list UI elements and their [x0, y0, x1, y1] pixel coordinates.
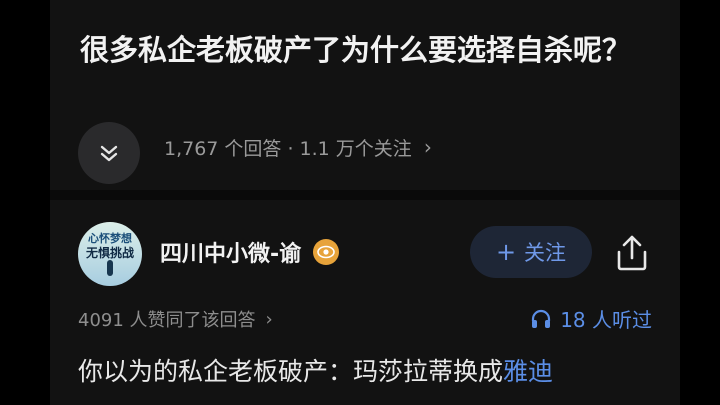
- share-icon[interactable]: [614, 234, 650, 272]
- answer-screen: 很多私企老板破产了为什么要选择自杀呢？ 1,767 个回答 · 1.1 万个关注…: [50, 0, 680, 405]
- question-stats-text: 1,767 个回答 · 1.1 万个关注: [164, 137, 412, 160]
- avatar-figure: [107, 260, 113, 276]
- listen-count-text: 18 人听过: [560, 308, 652, 332]
- listen-count[interactable]: 18 人听过: [530, 304, 652, 333]
- author-name-text: 四川中小微-谕: [160, 242, 302, 267]
- answer-link[interactable]: 雅迪: [503, 357, 553, 386]
- follow-button[interactable]: + 关注: [470, 226, 592, 278]
- avatar-text-line2: 无惧挑战: [85, 246, 134, 260]
- headphones-icon: [532, 309, 551, 328]
- plus-icon: +: [495, 238, 517, 266]
- question-title[interactable]: 很多私企老板破产了为什么要选择自杀呢？: [80, 24, 650, 76]
- approvals-text: 4091 人赞同了该回答: [78, 310, 256, 331]
- author-name[interactable]: 四川中小微-谕: [160, 236, 340, 268]
- follow-label: 关注: [524, 241, 567, 265]
- chevron-right-icon: ›: [265, 308, 273, 330]
- approvals[interactable]: 4091 人赞同了该回答 ›: [78, 306, 273, 332]
- avatar[interactable]: 心怀梦想 无惧挑战: [78, 222, 142, 286]
- collapse-button[interactable]: [78, 122, 140, 184]
- double-chevron-down-icon: [100, 145, 118, 162]
- chevron-right-icon: ›: [423, 135, 432, 159]
- answer-text-prefix: 你以为的私企老板破产：玛莎拉蒂换成: [78, 357, 504, 386]
- section-divider: [50, 190, 680, 200]
- answer-text[interactable]: 你以为的私企老板破产：玛莎拉蒂换成雅迪: [78, 352, 678, 388]
- verified-badge-icon: [313, 239, 340, 265]
